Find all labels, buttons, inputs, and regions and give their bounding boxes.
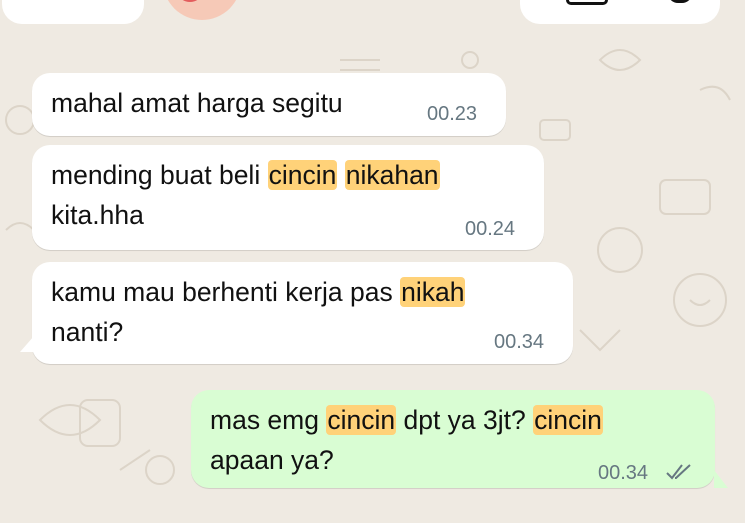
message-bubble-incoming[interactable]: mahal amat harga segitu 00.23	[32, 73, 506, 136]
message-text: mending buat beli	[51, 160, 268, 190]
message-text: mas emg	[210, 405, 327, 435]
avatar[interactable]	[163, 0, 241, 20]
message-line: mas emg cincin dpt ya 3jt? cincin	[210, 400, 697, 440]
highlighted-word: cincin	[267, 160, 338, 190]
video-call-icon[interactable]	[566, 0, 608, 5]
chat-header	[0, 0, 745, 46]
message-bubble-incoming[interactable]: kamu mau berhenti kerja pas nikah nanti?…	[32, 262, 573, 364]
call-actions	[520, 0, 720, 24]
highlighted-word: nikahan	[344, 160, 440, 190]
message-text: kita.hha	[51, 200, 144, 230]
message-time: 00.24	[465, 218, 516, 240]
message-time: 00.23	[427, 103, 478, 125]
avatar-art	[179, 0, 201, 2]
message-text: mahal amat harga segitu	[51, 88, 343, 118]
message-text: nanti?	[51, 317, 124, 347]
message-text: kamu mau berhenti kerja pas	[51, 277, 401, 307]
message-time: 00.34	[598, 462, 649, 484]
message-bubble-outgoing[interactable]: mas emg cincin dpt ya 3jt? cincin apaan …	[191, 390, 715, 488]
back-button[interactable]	[2, 0, 144, 24]
message-text	[337, 160, 344, 190]
bubble-tail	[714, 470, 728, 488]
phone-icon[interactable]	[668, 0, 692, 3]
message-line: kamu mau berhenti kerja pas nikah	[51, 272, 555, 312]
bubble-tail	[20, 336, 34, 352]
message-line: kita.hha	[51, 195, 526, 235]
message-line: nanti?	[51, 312, 555, 352]
message-text: apaan ya?	[210, 445, 334, 475]
read-double-check-icon	[666, 464, 691, 480]
message-bubble-incoming[interactable]: mending buat beli cincin nikahan kita.hh…	[32, 145, 544, 250]
message-time: 00.34	[494, 331, 545, 353]
highlighted-word: cincin	[326, 405, 397, 435]
message-text: dpt ya 3jt?	[396, 405, 534, 435]
highlighted-word: nikah	[400, 277, 466, 307]
highlighted-word: cincin	[533, 405, 603, 435]
message-line: mending buat beli cincin nikahan	[51, 155, 526, 195]
